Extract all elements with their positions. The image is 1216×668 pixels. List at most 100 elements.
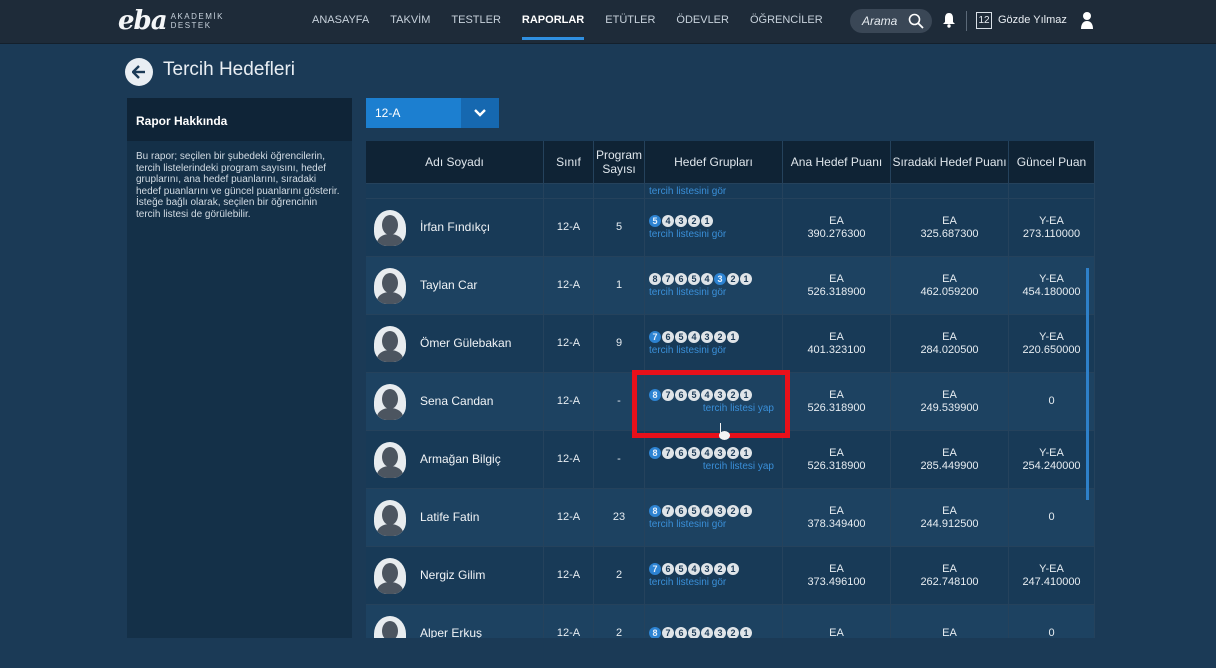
- group-bubble[interactable]: 3: [714, 627, 726, 638]
- eba-logo[interactable]: eba AKADEMİK DESTEK: [118, 6, 224, 36]
- tercih-link[interactable]: tercih listesini gör: [649, 518, 726, 531]
- group-bubble[interactable]: 2: [727, 627, 739, 638]
- group-bubble[interactable]: 7: [649, 562, 661, 575]
- group-bubble[interactable]: 6: [675, 504, 687, 517]
- header-class[interactable]: Sınıf: [544, 141, 594, 183]
- group-bubble[interactable]: 3: [714, 446, 726, 459]
- group-bubble[interactable]: 3: [701, 562, 713, 575]
- group-bubble[interactable]: 7: [662, 446, 674, 459]
- group-bubble[interactable]: 3: [714, 272, 726, 285]
- group-bubble[interactable]: 6: [662, 330, 674, 343]
- group-bubble[interactable]: 1: [740, 272, 752, 285]
- group-bubble[interactable]: 8: [649, 627, 661, 638]
- group-bubble[interactable]: 6: [662, 562, 674, 575]
- group-bubble[interactable]: 6: [675, 272, 687, 285]
- group-bubble[interactable]: 8: [649, 446, 661, 459]
- header-current-score[interactable]: Güncel Puan: [1009, 141, 1095, 183]
- student-name[interactable]: Nergiz Gilim: [420, 569, 485, 582]
- group-bubble[interactable]: 5: [688, 388, 700, 401]
- calendar-icon[interactable]: 12: [976, 12, 992, 29]
- notification-bell-icon[interactable]: [942, 12, 956, 28]
- group-bubble[interactable]: 3: [714, 504, 726, 517]
- group-bubble[interactable]: 5: [649, 214, 661, 227]
- table-row[interactable]: Latife Fatin 12-A 23 87654321 tercih lis…: [366, 489, 1095, 547]
- tercih-link[interactable]: tercih listesi yap: [703, 402, 774, 415]
- header-name[interactable]: Adı Soyadı: [366, 141, 544, 183]
- group-bubble[interactable]: 5: [688, 446, 700, 459]
- group-bubble[interactable]: 2: [688, 214, 700, 227]
- table-row[interactable]: Nergiz Gilim 12-A 2 7654321 tercih liste…: [366, 547, 1095, 605]
- tercih-link[interactable]: tercih listesini gör: [649, 185, 726, 198]
- group-bubble[interactable]: 7: [662, 272, 674, 285]
- group-bubble[interactable]: 8: [649, 504, 661, 517]
- group-bubble[interactable]: 2: [727, 272, 739, 285]
- student-name[interactable]: Sena Candan: [420, 395, 493, 408]
- group-bubble[interactable]: 5: [688, 504, 700, 517]
- tercih-link[interactable]: tercih listesini gör: [649, 576, 726, 589]
- group-bubble[interactable]: 4: [701, 446, 713, 459]
- group-bubble[interactable]: 4: [688, 562, 700, 575]
- table-row[interactable]: Taylan Car 12-A 1 87654321 tercih listes…: [366, 257, 1095, 315]
- table-row[interactable]: Sena Candan 12-A - 87654321 tercih liste…: [366, 373, 1095, 431]
- student-name[interactable]: Armağan Bilgiç: [420, 453, 501, 466]
- group-bubble[interactable]: 1: [740, 504, 752, 517]
- group-bubble[interactable]: 1: [701, 214, 713, 227]
- group-bubble[interactable]: 7: [662, 627, 674, 638]
- search-box[interactable]: Arama: [850, 9, 932, 33]
- group-bubble[interactable]: 6: [675, 388, 687, 401]
- user-profile-icon[interactable]: [1080, 11, 1094, 29]
- group-bubble[interactable]: 7: [649, 330, 661, 343]
- nav-item-raporlar[interactable]: RAPORLAR: [521, 0, 585, 40]
- group-bubble[interactable]: 2: [714, 562, 726, 575]
- group-bubble[interactable]: 4: [688, 330, 700, 343]
- group-bubble[interactable]: 5: [675, 562, 687, 575]
- tercih-link[interactable]: tercih listesi yap: [703, 460, 774, 473]
- group-bubble[interactable]: 1: [740, 446, 752, 459]
- group-bubble[interactable]: 6: [675, 627, 687, 638]
- group-bubble[interactable]: 7: [662, 504, 674, 517]
- group-bubble[interactable]: 4: [701, 388, 713, 401]
- nav-item-testler[interactable]: TESTLER: [451, 0, 501, 40]
- class-selector-toggle[interactable]: [461, 98, 499, 128]
- group-bubble[interactable]: 2: [727, 446, 739, 459]
- search-icon[interactable]: [908, 13, 924, 29]
- group-bubble[interactable]: 1: [727, 562, 739, 575]
- table-row[interactable]: Armağan Bilgiç 12-A - 87654321 tercih li…: [366, 431, 1095, 489]
- group-bubble[interactable]: 4: [701, 504, 713, 517]
- nav-item-etutler[interactable]: ETÜTLER: [605, 0, 655, 40]
- table-row[interactable]: Ömer Gülebakan 12-A 9 7654321 tercih lis…: [366, 315, 1095, 373]
- group-bubble[interactable]: 1: [740, 627, 752, 638]
- group-bubble[interactable]: 4: [701, 627, 713, 638]
- header-next-target-score[interactable]: Sıradaki Hedef Puanı: [891, 141, 1009, 183]
- student-name[interactable]: Taylan Car: [420, 279, 477, 292]
- table-row[interactable]: Alper Erkuş 12-A 2 87654321 EA EA 0: [366, 605, 1095, 638]
- group-bubble[interactable]: 4: [701, 272, 713, 285]
- student-name[interactable]: Ömer Gülebakan: [420, 337, 511, 350]
- group-bubble[interactable]: 2: [727, 504, 739, 517]
- class-selector-dropdown[interactable]: 12-A: [366, 98, 499, 128]
- back-button[interactable]: [125, 58, 153, 86]
- group-bubble[interactable]: 3: [714, 388, 726, 401]
- group-bubble[interactable]: 5: [675, 330, 687, 343]
- nav-item-ogrenciler[interactable]: ÖĞRENCİLER: [750, 0, 823, 40]
- nav-item-odevler[interactable]: ÖDEVLER: [676, 0, 729, 40]
- header-target-groups[interactable]: Hedef Grupları: [645, 141, 783, 183]
- nav-item-takvim[interactable]: TAKVİM: [390, 0, 430, 40]
- tercih-link[interactable]: tercih listesini gör: [649, 344, 726, 357]
- student-name[interactable]: Latife Fatin: [420, 511, 479, 524]
- student-name[interactable]: Alper Erkuş: [420, 627, 482, 639]
- group-bubble[interactable]: 5: [688, 272, 700, 285]
- group-bubble[interactable]: 5: [688, 627, 700, 638]
- user-name[interactable]: Gözde Yılmaz: [998, 14, 1067, 26]
- tercih-link[interactable]: tercih listesini gör: [649, 228, 726, 241]
- group-bubble[interactable]: 1: [740, 388, 752, 401]
- nav-item-anasayfa[interactable]: ANASAYFA: [312, 0, 369, 40]
- group-bubble[interactable]: 2: [727, 388, 739, 401]
- header-main-target-score[interactable]: Ana Hedef Puanı: [783, 141, 891, 183]
- table-scrollbar[interactable]: [1086, 268, 1089, 500]
- group-bubble[interactable]: 1: [727, 330, 739, 343]
- group-bubble[interactable]: 8: [649, 272, 661, 285]
- table-row[interactable]: İrfan Fındıkçı 12-A 5 54321 tercih liste…: [366, 199, 1095, 257]
- group-bubble[interactable]: 4: [662, 214, 674, 227]
- tercih-link[interactable]: tercih listesini gör: [649, 286, 726, 299]
